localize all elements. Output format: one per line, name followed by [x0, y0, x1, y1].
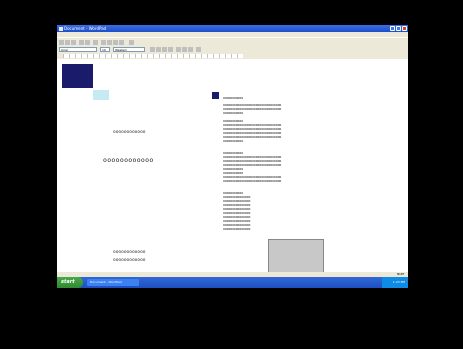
window-title: Document - WordPad — [64, 26, 107, 31]
text-line: ooooooooooooooo — [223, 227, 251, 231]
left-line: oooooooooooo — [113, 258, 146, 263]
start-button[interactable]: start — [57, 277, 83, 288]
italic-icon[interactable] — [156, 46, 161, 52]
gray-image-box — [268, 239, 324, 273]
taskbar-item-wordpad[interactable]: Document - WordPad — [87, 279, 139, 286]
find-icon[interactable] — [93, 39, 98, 45]
script-select[interactable]: Western — [113, 46, 145, 52]
paste-icon[interactable] — [113, 39, 118, 45]
text-line: ooooooooooo — [223, 111, 244, 115]
underline-icon[interactable] — [162, 46, 167, 52]
new-icon[interactable] — [59, 39, 64, 45]
print-icon[interactable] — [79, 39, 84, 45]
minimize-button[interactable] — [390, 26, 395, 31]
taskbar: start Document - WordPad 1:23 PM — [57, 277, 408, 288]
font-select[interactable]: Arial — [59, 46, 97, 52]
bold-icon[interactable] — [150, 46, 155, 52]
print-preview-icon[interactable] — [85, 39, 90, 45]
clock: 1:23 PM — [392, 280, 405, 284]
align-center-icon[interactable] — [182, 46, 187, 52]
cut-icon[interactable] — [101, 39, 106, 45]
text-line: ooooooooooo — [223, 96, 244, 100]
small-navy-square — [212, 92, 219, 99]
maximize-button[interactable] — [396, 26, 401, 31]
open-icon[interactable] — [65, 39, 70, 45]
light-cyan-block — [93, 90, 109, 100]
bullets-icon[interactable] — [196, 46, 201, 52]
align-left-icon[interactable] — [176, 46, 181, 52]
left-line: oooooooooooo — [113, 130, 146, 135]
system-tray: 1:23 PM — [382, 277, 408, 288]
screen: Document - WordPad File Edit View Insert… — [57, 25, 408, 288]
heading: oooooooooooo — [103, 156, 154, 164]
color-icon[interactable] — [168, 46, 173, 52]
text-line: oooooooooooooooooooooooooooooooo — [223, 179, 282, 183]
copy-icon[interactable] — [107, 39, 112, 45]
left-line: oooooooooooo — [113, 250, 146, 255]
size-select[interactable]: 10 — [100, 46, 110, 52]
align-right-icon[interactable] — [188, 46, 193, 52]
navy-block — [62, 64, 93, 88]
save-icon[interactable] — [71, 39, 76, 45]
text-line: ooooooooooo — [223, 139, 244, 143]
date-time-icon[interactable] — [129, 39, 134, 45]
format-toolbar: Arial 10 Western — [57, 45, 408, 53]
undo-icon[interactable] — [119, 39, 124, 45]
title-bar[interactable]: Document - WordPad — [57, 25, 408, 32]
close-button[interactable] — [402, 26, 407, 31]
wordpad-icon — [59, 26, 63, 31]
document-area[interactable]: oooooooooooo oooooooooooo oooooooooooo o… — [57, 59, 408, 277]
